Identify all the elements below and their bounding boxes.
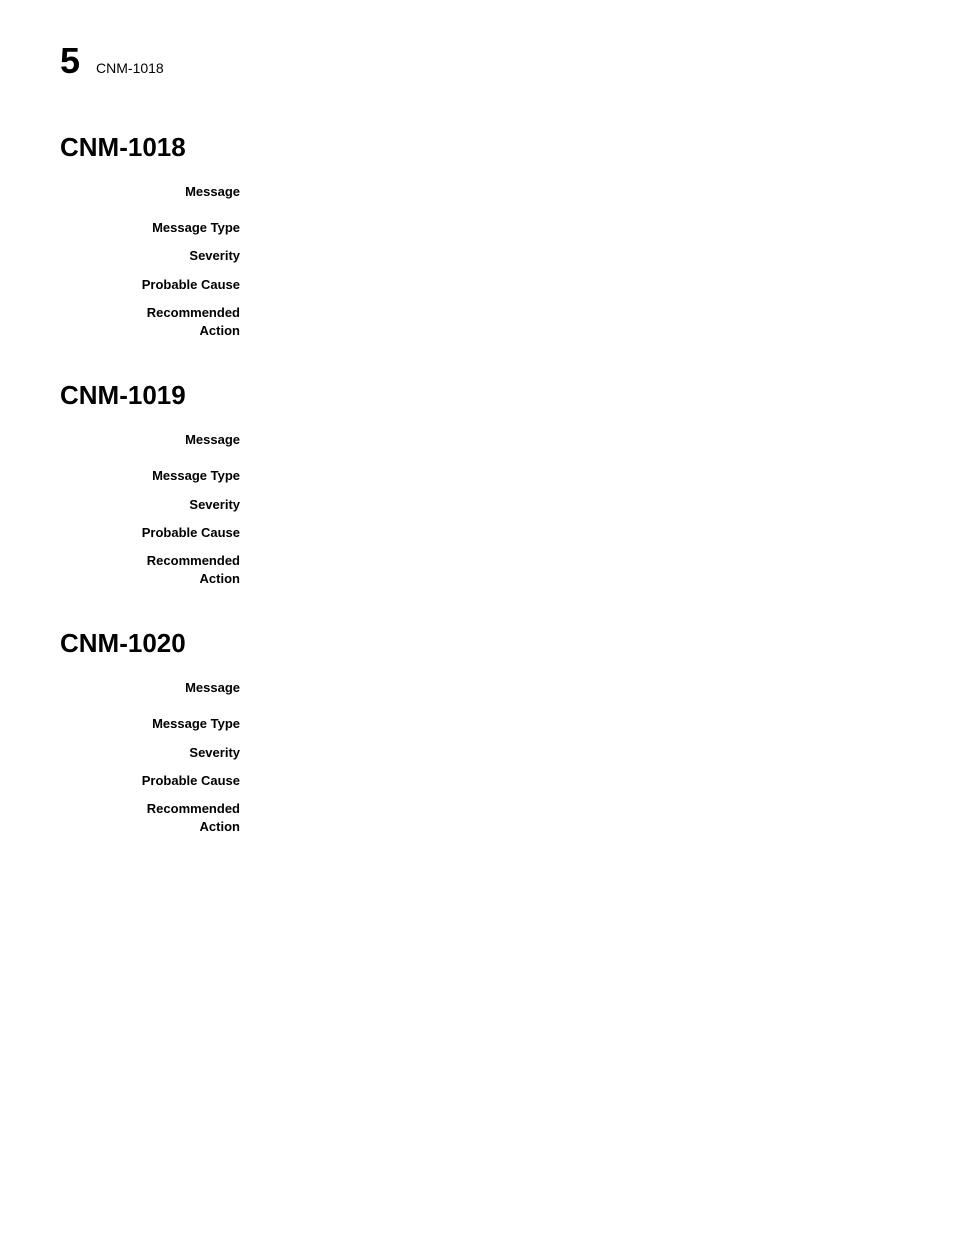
field-row-cnm-1019-3: Probable Cause: [60, 524, 894, 542]
entry-title-cnm-1020: CNM-1020: [60, 628, 894, 659]
field-row-cnm-1020-1: Message Type: [60, 715, 894, 733]
entry-title-cnm-1019: CNM-1019: [60, 380, 894, 411]
field-label-cnm-1019-4: RecommendedAction: [60, 552, 260, 588]
field-value-cnm-1018-1: [260, 219, 894, 237]
field-row-cnm-1020-3: Probable Cause: [60, 772, 894, 790]
field-value-cnm-1019-4: [260, 552, 894, 588]
page-header: 5 CNM-1018: [60, 40, 894, 82]
entry-cnm-1019: CNM-1019 Message Message Type Severity Proba…: [60, 380, 894, 588]
field-value-cnm-1020-4: [260, 800, 894, 836]
field-value-cnm-1018-4: [260, 304, 894, 340]
page-subtitle: CNM-1018: [96, 60, 164, 76]
field-value-cnm-1019-0: [260, 431, 894, 449]
field-label-cnm-1020-3: Probable Cause: [60, 772, 260, 790]
field-label-cnm-1019-1: Message Type: [60, 467, 260, 485]
field-label-cnm-1019-3: Probable Cause: [60, 524, 260, 542]
field-row-cnm-1018-1: Message Type: [60, 219, 894, 237]
entry-cnm-1020: CNM-1020 Message Message Type Severity Proba…: [60, 628, 894, 836]
field-row-cnm-1019-2: Severity: [60, 496, 894, 514]
field-value-cnm-1020-1: [260, 715, 894, 733]
field-label-cnm-1019-0: Message: [60, 431, 260, 449]
field-label-cnm-1018-2: Severity: [60, 247, 260, 265]
field-label-cnm-1018-4: RecommendedAction: [60, 304, 260, 340]
field-label-cnm-1018-3: Probable Cause: [60, 276, 260, 294]
field-label-cnm-1020-1: Message Type: [60, 715, 260, 733]
field-row-cnm-1020-0: Message: [60, 679, 894, 697]
field-label-cnm-1018-0: Message: [60, 183, 260, 201]
entry-title-cnm-1018: CNM-1018: [60, 132, 894, 163]
field-row-cnm-1020-2: Severity: [60, 744, 894, 762]
field-row-cnm-1018-2: Severity: [60, 247, 894, 265]
field-row-cnm-1019-1: Message Type: [60, 467, 894, 485]
field-label-cnm-1020-2: Severity: [60, 744, 260, 762]
field-value-cnm-1020-0: [260, 679, 894, 697]
field-label-cnm-1018-1: Message Type: [60, 219, 260, 237]
page-number: 5: [60, 40, 80, 82]
field-label-cnm-1020-0: Message: [60, 679, 260, 697]
field-value-cnm-1019-1: [260, 467, 894, 485]
field-row-cnm-1019-0: Message: [60, 431, 894, 449]
field-row-cnm-1019-4: RecommendedAction: [60, 552, 894, 588]
field-row-cnm-1018-0: Message: [60, 183, 894, 201]
field-value-cnm-1018-0: [260, 183, 894, 201]
field-row-cnm-1018-4: RecommendedAction: [60, 304, 894, 340]
field-label-cnm-1019-2: Severity: [60, 496, 260, 514]
field-label-cnm-1020-4: RecommendedAction: [60, 800, 260, 836]
field-value-cnm-1018-2: [260, 247, 894, 265]
field-value-cnm-1018-3: [260, 276, 894, 294]
field-value-cnm-1019-2: [260, 496, 894, 514]
field-row-cnm-1018-3: Probable Cause: [60, 276, 894, 294]
field-value-cnm-1019-3: [260, 524, 894, 542]
entry-cnm-1018: CNM-1018 Message Message Type Severity Proba…: [60, 132, 894, 340]
field-value-cnm-1020-2: [260, 744, 894, 762]
field-value-cnm-1020-3: [260, 772, 894, 790]
field-row-cnm-1020-4: RecommendedAction: [60, 800, 894, 836]
